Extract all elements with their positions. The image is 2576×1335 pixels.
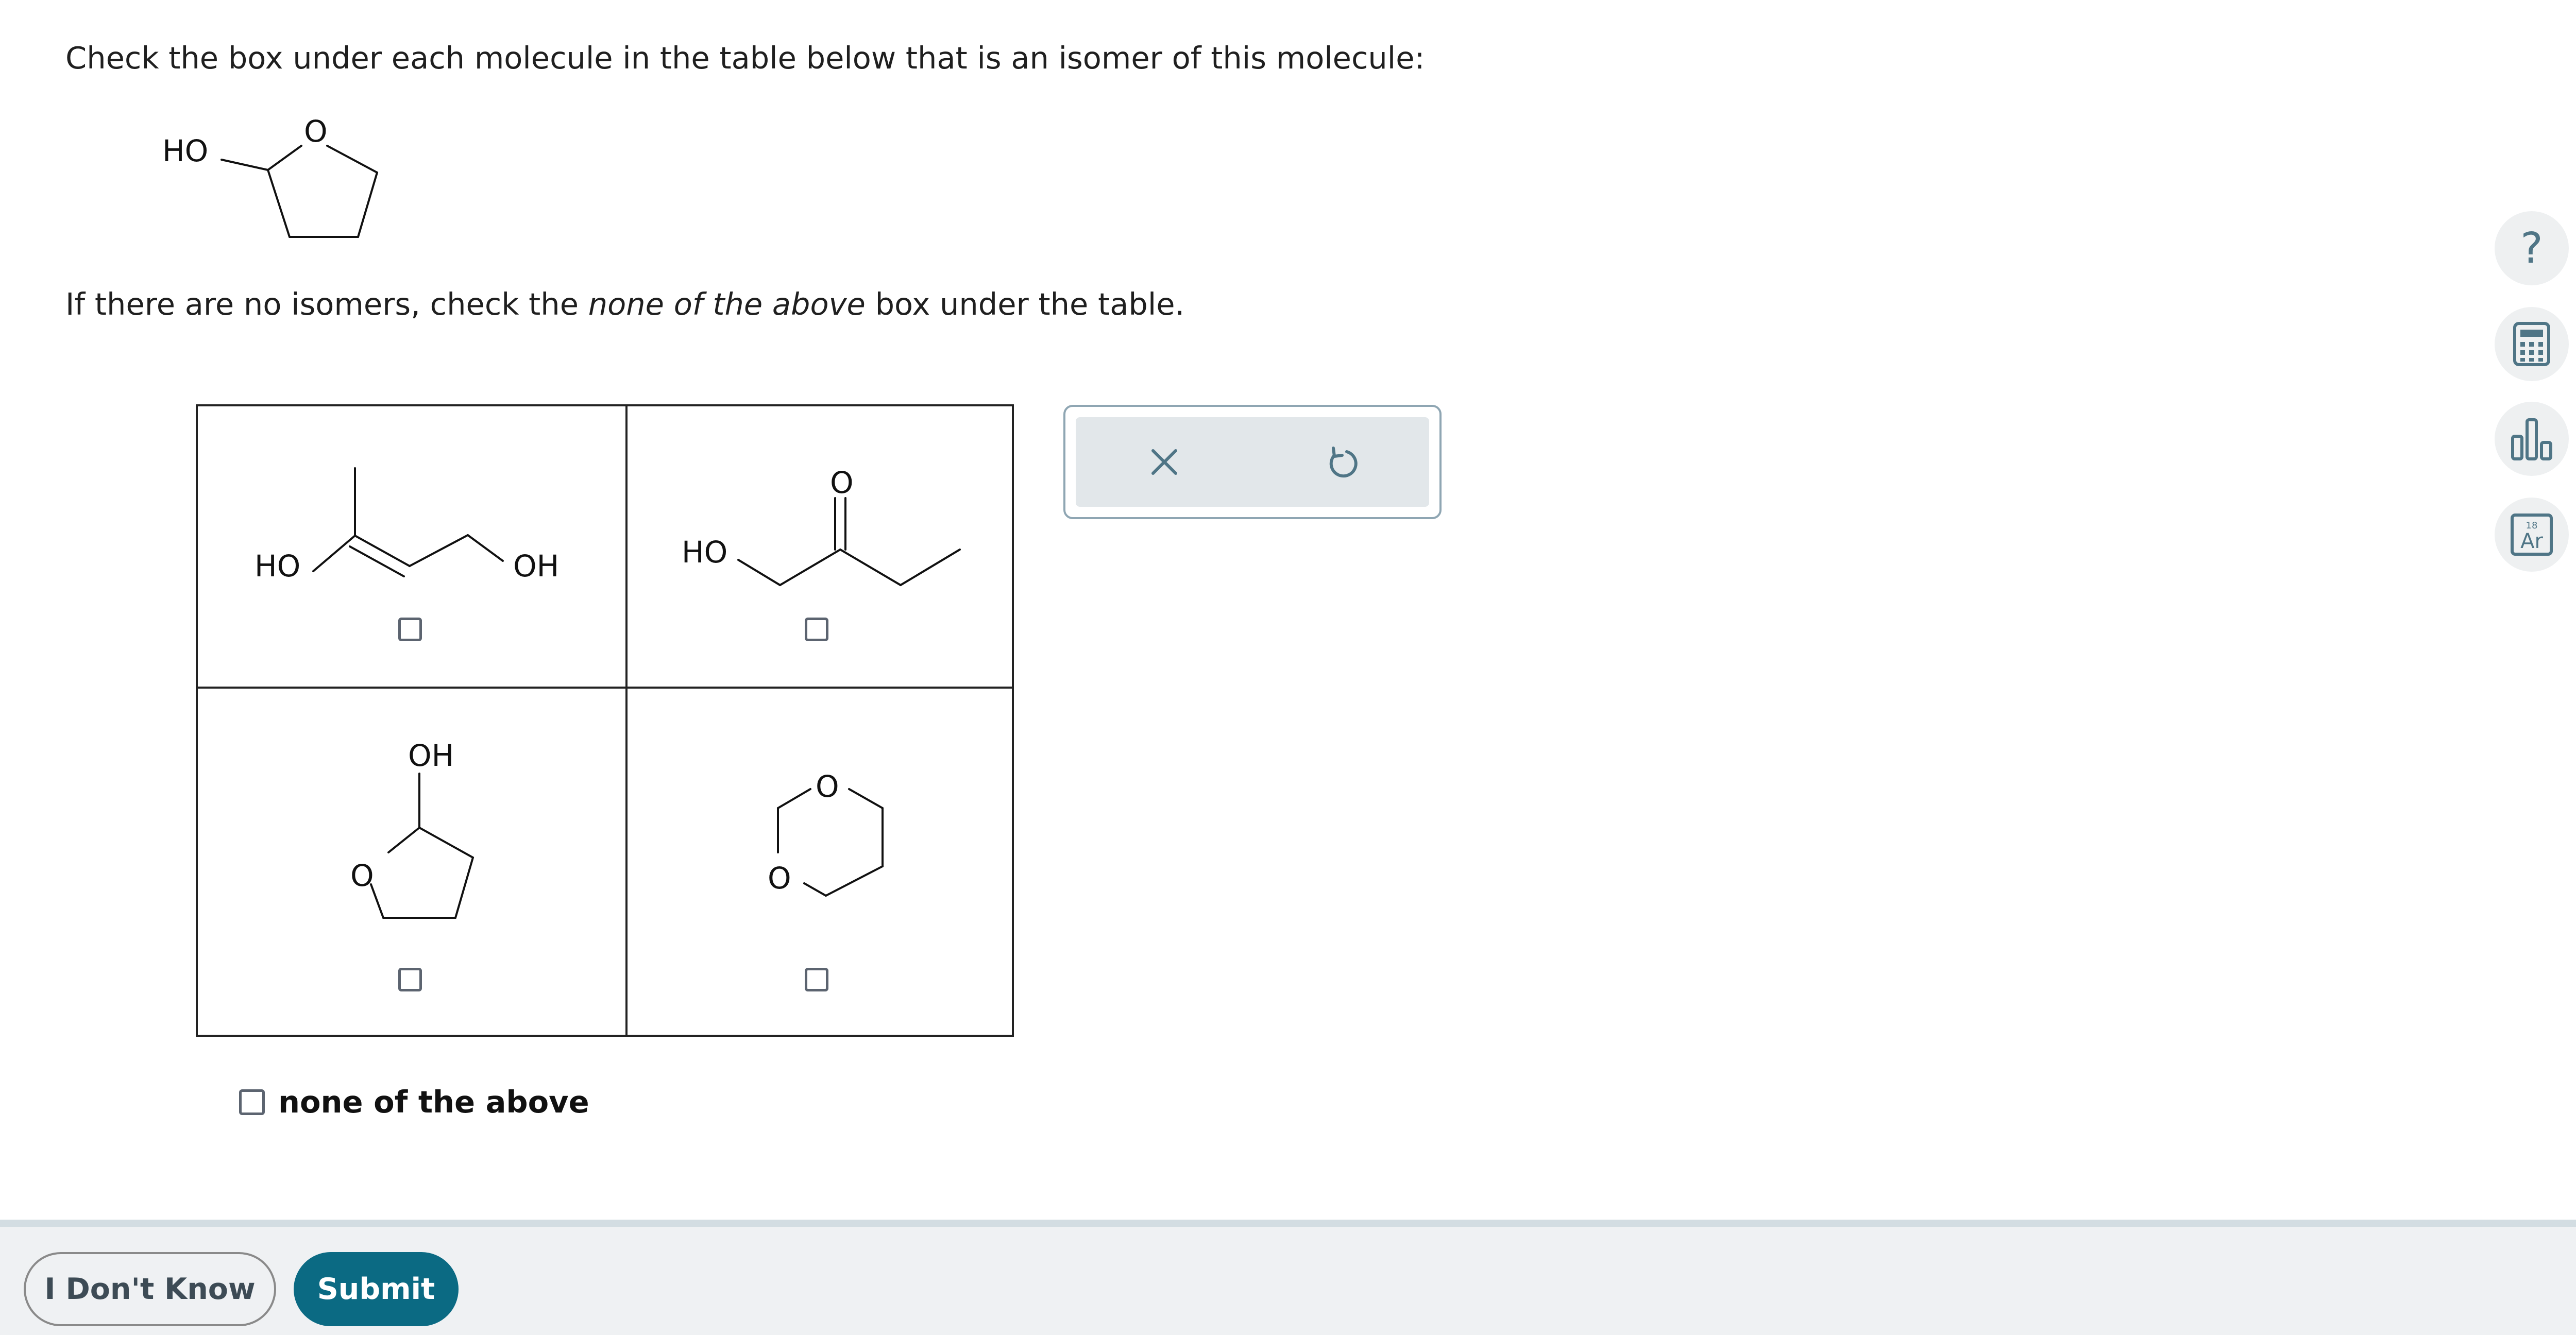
cell2-checkbox[interactable] bbox=[805, 618, 828, 641]
reference-o-label: O bbox=[304, 114, 328, 149]
cell1-checkbox[interactable] bbox=[398, 618, 422, 641]
answer-tools-bar bbox=[1076, 417, 1429, 507]
periodic-symbol: Ar bbox=[2520, 529, 2543, 553]
instruction-suffix: box under the table. bbox=[865, 286, 1185, 322]
cell3-o-label: O bbox=[350, 858, 374, 893]
calculator-icon bbox=[2513, 322, 2550, 366]
cell2-o-label: O bbox=[830, 465, 854, 500]
bar-chart-icon bbox=[2511, 418, 2552, 460]
cell-molecule-diol: HO OH bbox=[255, 467, 559, 584]
cell2-ho-label: HO bbox=[682, 535, 727, 570]
undo-button[interactable] bbox=[1313, 434, 1369, 490]
footer-bar: I Don't Know Submit bbox=[0, 1220, 2576, 1335]
cell4-o-top-label: O bbox=[816, 769, 839, 804]
undo-icon bbox=[1329, 447, 1358, 478]
cell3-checkbox[interactable] bbox=[398, 968, 422, 991]
instruction-prefix: If there are no isomers, check the bbox=[65, 286, 588, 322]
assessment-page: Check the box under each molecule in the… bbox=[0, 0, 2576, 1335]
answer-tools-panel bbox=[1063, 405, 1442, 519]
periodic-table-icon: 18 Ar bbox=[2511, 514, 2553, 556]
i-dont-know-button[interactable]: I Don't Know bbox=[24, 1252, 276, 1326]
periodic-table-button[interactable]: 18 Ar bbox=[2495, 498, 2569, 572]
cell1-oh-label: OH bbox=[513, 549, 559, 584]
cell4-o-bottom-label: O bbox=[768, 861, 791, 896]
question-prompt: Check the box under each molecule in the… bbox=[65, 40, 1425, 76]
cell3-oh-label: OH bbox=[408, 738, 454, 773]
close-icon bbox=[1151, 449, 1177, 475]
instruction-text: If there are no isomers, check the none … bbox=[65, 286, 1184, 322]
cell4-checkbox[interactable] bbox=[805, 968, 828, 991]
cell1-ho-label: HO bbox=[255, 549, 300, 584]
cell-molecule-hydroxy-ketone: HO O bbox=[682, 465, 961, 586]
isomer-table: HO OH HO O OH O O O bbox=[196, 404, 1014, 1037]
submit-button[interactable]: Submit bbox=[294, 1252, 459, 1326]
reference-ho-label: HO bbox=[162, 133, 208, 168]
help-button[interactable]: ? bbox=[2495, 211, 2569, 285]
none-of-the-above-option[interactable]: none of the above bbox=[239, 1084, 589, 1120]
none-of-the-above-label: none of the above bbox=[278, 1084, 589, 1120]
instruction-emphasis: none of the above bbox=[588, 286, 866, 322]
data-chart-button[interactable] bbox=[2495, 402, 2569, 476]
clear-button[interactable] bbox=[1136, 434, 1193, 490]
question-mark-icon: ? bbox=[2520, 224, 2543, 273]
calculator-button[interactable] bbox=[2495, 307, 2569, 381]
none-of-the-above-checkbox[interactable] bbox=[239, 1089, 265, 1115]
reference-molecule: HO O bbox=[162, 114, 378, 238]
